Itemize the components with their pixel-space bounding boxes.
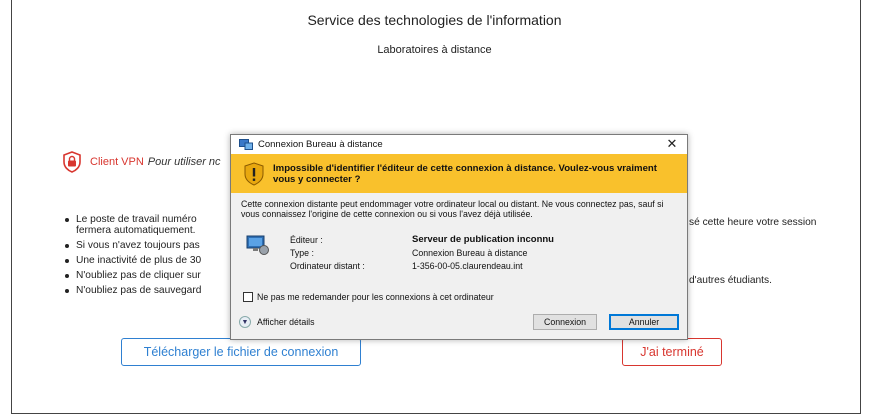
dialog-message: Cette connexion distante peut endommager… <box>241 199 664 219</box>
page-subtitle: Laboratoires à distance <box>377 44 492 56</box>
page-title: Service des technologies de l'informatio… <box>307 12 562 28</box>
cancel-button[interactable]: Annuler <box>609 314 679 330</box>
connection-info: Éditeur : Serveur de publication inconnu… <box>290 233 554 272</box>
dont-ask-again-checkbox[interactable] <box>243 292 253 302</box>
publisher-value: Serveur de publication inconnu <box>412 234 554 245</box>
vpn-instructions: Pour utiliser nc <box>147 156 221 168</box>
connect-button[interactable]: Connexion <box>533 314 597 330</box>
dialog-titlebar: Connexion Bureau à distance ✕ <box>231 135 687 154</box>
info-row-type: Type : Connexion Bureau à distance <box>290 246 554 259</box>
shield-lock-icon <box>63 151 81 173</box>
dont-ask-again-row[interactable]: Ne pas me redemander pour les connexions… <box>243 292 494 302</box>
show-details-label[interactable]: Afficher détails <box>257 317 315 327</box>
show-details-toggle[interactable]: ▼ Afficher détails <box>239 316 315 328</box>
chevron-down-icon[interactable]: ▼ <box>239 316 251 328</box>
computer-icon <box>246 235 269 255</box>
list-item: N'oubliez pas de cliquer sur <box>64 270 201 281</box>
list-item: Le poste de travail numéro fermera automa… <box>64 214 201 236</box>
vpn-row: Client VPN Pour utiliser nc <box>62 151 221 173</box>
remote-computer-label: Ordinateur distant : <box>290 260 365 271</box>
info-row-remote-computer: Ordinateur distant : 1-356-00-05.clauren… <box>290 259 554 272</box>
remote-desktop-icon <box>239 139 253 150</box>
info-row-publisher: Éditeur : Serveur de publication inconnu <box>290 233 554 246</box>
list-item: Une inactivité de plus de 30 <box>64 255 201 266</box>
notes-text-right: sé cette heure votre session <box>689 217 817 228</box>
list-item: Si vous n'avez toujours pas <box>64 240 201 251</box>
warning-text: Impossible d'identifier l'éditeur de cet… <box>273 162 657 185</box>
remote-computer-value: 1-356-00-05.claurendeau.int <box>412 260 523 271</box>
type-value: Connexion Bureau à distance <box>412 247 528 258</box>
dont-ask-again-label[interactable]: Ne pas me redemander pour les connexions… <box>257 292 494 302</box>
close-icon[interactable]: ✕ <box>665 137 679 151</box>
notes-text-right: d'autres étudiants. <box>689 275 772 286</box>
download-connection-file-button[interactable]: Télécharger le fichier de connexion <box>121 338 361 366</box>
dialog-title: Connexion Bureau à distance <box>258 139 383 150</box>
vpn-client-link[interactable]: Client VPN <box>90 156 144 168</box>
done-button[interactable]: J'ai terminé <box>622 338 722 366</box>
list-item: N'oubliez pas de sauvegard <box>64 285 201 296</box>
publisher-label: Éditeur : <box>290 234 323 245</box>
warning-banner: Impossible d'identifier l'éditeur de cet… <box>231 154 687 193</box>
type-label: Type : <box>290 247 314 258</box>
notes-list: Le poste de travail numéro fermera automa… <box>64 214 201 300</box>
warning-shield-icon <box>244 161 264 186</box>
remote-desktop-dialog: Connexion Bureau à distance ✕ Impossible… <box>230 134 688 340</box>
